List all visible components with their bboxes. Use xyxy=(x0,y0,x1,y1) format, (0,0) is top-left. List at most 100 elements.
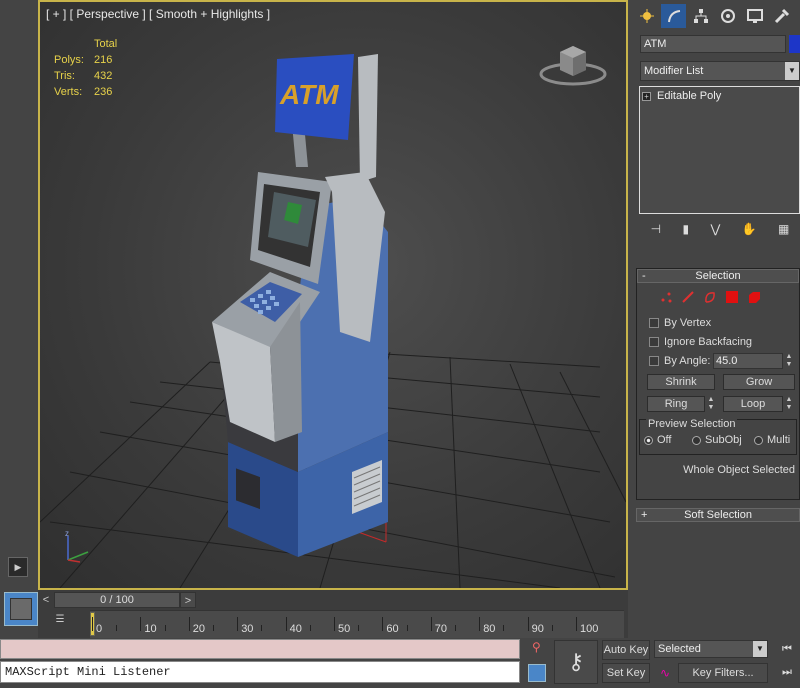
selection-rollout-header[interactable]: - Selection xyxy=(637,269,799,283)
utilities-icon[interactable] xyxy=(769,4,794,28)
track-bar-ruler[interactable]: 0 10 20 30 40 50 60 70 80 90 100 xyxy=(90,610,624,638)
ruler-label: 60 xyxy=(386,623,399,635)
viewcube-icon[interactable] xyxy=(538,38,608,88)
ignore-backfacing-checkbox[interactable]: Ignore Backfacing xyxy=(649,336,752,348)
create-icon[interactable] xyxy=(634,4,659,28)
ruler-tick xyxy=(382,617,384,631)
hierarchy-icon[interactable] xyxy=(688,4,713,28)
make-unique-icon[interactable]: ⋁ xyxy=(710,222,720,236)
polygon-icon[interactable] xyxy=(725,290,739,304)
ruler-tick xyxy=(455,625,456,631)
ruler-tick xyxy=(406,625,408,631)
preview-subobj-radio[interactable]: SubObj xyxy=(692,434,742,446)
selection-status-text: Whole Object Selected xyxy=(683,464,795,476)
bottom-controls: MAXScript Mini Listener ⚲ ⚷ Auto Key Set… xyxy=(0,638,800,688)
viewport-layout-button[interactable] xyxy=(4,592,38,626)
modifier-list-dropdown[interactable]: Modifier List ▼ xyxy=(640,61,800,81)
default-in-out-tangent-icon[interactable]: ∿ xyxy=(654,663,676,683)
configure-modifier-sets-icon[interactable]: ▦ xyxy=(778,222,789,236)
ruler-tick xyxy=(334,617,335,631)
pin-icon[interactable]: ⚲ xyxy=(532,640,544,658)
ring-button[interactable]: Ring xyxy=(647,396,705,412)
angle-spinner-field[interactable]: 45.0 xyxy=(713,353,783,369)
key-filters-button[interactable]: Key Filters... xyxy=(678,663,768,683)
show-end-result-icon[interactable]: ▮ xyxy=(682,222,689,236)
grow-button[interactable]: Grow xyxy=(723,374,795,390)
open-mini-curve-editor-icon[interactable]: ☰ xyxy=(50,614,70,630)
command-panel-tabs xyxy=(628,0,800,32)
time-slider[interactable]: 0 / 100 xyxy=(54,592,180,608)
next-frame-button[interactable]: > xyxy=(180,592,196,608)
soft-selection-rollout-header[interactable]: + Soft Selection xyxy=(636,508,800,522)
radio-label: Off xyxy=(657,434,672,446)
by-angle-checkbox[interactable]: By Angle: xyxy=(649,355,710,367)
stats-value: 432 xyxy=(94,70,113,82)
pin-stack-icon[interactable]: ⊣ xyxy=(651,222,661,236)
object-name-field[interactable]: ATM xyxy=(640,35,786,53)
radio-label: Multi xyxy=(767,434,791,446)
chevron-down-icon: ▼ xyxy=(785,62,799,80)
stack-toolbar: ⊣ ▮ ⋁ ✋ ▦ xyxy=(640,218,800,240)
object-color-swatch[interactable] xyxy=(789,35,800,53)
set-key-button[interactable]: Set Key xyxy=(602,663,650,683)
ignore-backfacing-label: Ignore Backfacing xyxy=(664,336,753,348)
stack-item-editable-poly[interactable]: + Editable Poly xyxy=(642,90,721,102)
remove-modifier-icon[interactable]: ✋ xyxy=(742,222,757,236)
checkbox-box xyxy=(649,356,659,366)
ruler-label: 100 xyxy=(580,623,599,635)
stats-value: 236 xyxy=(94,86,113,98)
element-icon[interactable] xyxy=(747,290,761,304)
previous-frame-button[interactable]: < xyxy=(38,592,54,608)
preview-off-radio[interactable]: Off xyxy=(644,434,671,446)
go-to-start-icon[interactable]: ⏮ xyxy=(776,640,798,658)
stats-row: Verts: 236 xyxy=(54,84,117,100)
ruler-tick xyxy=(309,625,311,631)
motion-icon[interactable] xyxy=(715,4,740,28)
shrink-button[interactable]: Shrink xyxy=(647,374,715,390)
atm-sign-label: ATM xyxy=(279,79,339,110)
ruler-tick xyxy=(358,625,360,631)
viewport-label-menu[interactable]: [ + ] [ Perspective ] [ Smooth + Highlig… xyxy=(46,7,270,21)
key-mode-label: Selected xyxy=(658,643,701,655)
selection-lock-toggle[interactable] xyxy=(528,664,546,682)
ruler-tick xyxy=(527,617,529,631)
spinner-arrows-icon[interactable]: ▲ ▼ xyxy=(785,353,793,369)
display-icon[interactable] xyxy=(742,4,767,28)
axis-tripod-icon: z xyxy=(65,529,89,563)
expand-icon[interactable]: + xyxy=(642,92,651,101)
by-vertex-label: By Vertex xyxy=(664,317,712,329)
chevron-down-icon: ▼ xyxy=(753,641,767,657)
ruler-tick xyxy=(140,617,142,631)
maxscript-mini-listener[interactable]: MAXScript Mini Listener xyxy=(0,661,520,683)
loop-button[interactable]: Loop xyxy=(723,396,783,412)
command-panel: ATM Modifier List ▼ + Editable Poly ⊣ ▮ ⋁… xyxy=(628,0,800,590)
ruler-label: 20 xyxy=(192,623,206,635)
ruler-tick xyxy=(285,617,287,631)
status-prompt-bar xyxy=(0,639,520,659)
ring-spinner-icon[interactable]: ▲ ▼ xyxy=(707,396,715,412)
ruler-tick xyxy=(261,625,263,631)
perspective-viewport[interactable]: ATM [ + ] [ Perspective ] [ Smooth + Hig… xyxy=(38,0,628,590)
by-vertex-checkbox[interactable]: By Vertex xyxy=(649,317,711,329)
ruler-tick xyxy=(551,625,553,631)
atm-model[interactable]: ATM xyxy=(212,54,388,557)
auto-key-button[interactable]: Auto Key xyxy=(602,640,650,660)
stats-key: Polys: xyxy=(54,54,84,66)
ruler-tick xyxy=(479,617,481,631)
ruler-label: 10 xyxy=(144,623,157,635)
go-to-end-icon[interactable]: ⏭ xyxy=(776,663,798,681)
edge-icon[interactable] xyxy=(681,290,695,304)
loop-spinner-icon[interactable]: ▲ ▼ xyxy=(785,396,793,412)
preview-selection-group: Preview Selection Off SubObj Multi xyxy=(639,418,797,455)
modify-icon[interactable] xyxy=(661,4,686,28)
vertex-icon[interactable] xyxy=(659,290,673,304)
play-icon[interactable]: ▶ xyxy=(8,557,28,577)
preview-multi-radio[interactable]: Multi xyxy=(754,434,790,446)
left-toolbar-strip xyxy=(0,0,38,590)
key-mode-dropdown[interactable]: Selected ▼ xyxy=(654,640,768,658)
ruler-label: 80 xyxy=(483,623,496,635)
stats-row: Tris: 432 xyxy=(54,68,117,84)
scene-render: ATM xyxy=(40,54,626,588)
border-icon[interactable] xyxy=(703,290,717,304)
set-keys-key-icon[interactable]: ⚷ xyxy=(554,640,598,684)
